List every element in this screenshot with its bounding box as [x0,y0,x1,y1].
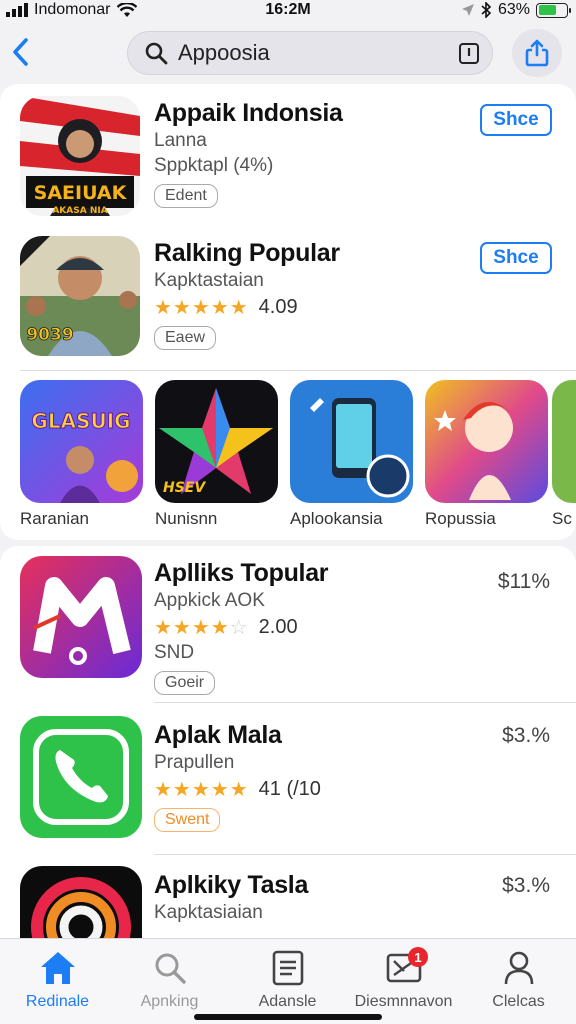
battery-percent: 63% [497,1,530,18]
tab-search[interactable]: Apnking [112,947,227,1011]
search-field[interactable]: Appoosia [127,31,493,75]
tile-artwork [425,380,548,503]
divider [154,702,576,703]
app-row[interactable]: SAEIUAK AKASA NIA Appaik Indonsia Lanna … [0,96,576,226]
app-title: Aplkiky Tasla [154,871,309,899]
share-button[interactable] [512,29,562,77]
location-arrow-icon [461,4,474,16]
battery-level [538,5,556,15]
tile-artwork-title: GLASUIG [31,409,130,433]
app-tag: Goeir [154,671,216,695]
chevron-left-icon [13,38,28,66]
icon-artwork-title: SAEIUAK [34,182,128,204]
app-tag: Eaew [154,326,217,350]
rating-value: 2.00 [258,616,298,638]
star-rating: ★★★★★ [154,779,249,801]
home-indicator[interactable] [194,1014,382,1020]
tab-bar: Redinale Apnking Adansle 1 Diesmnnavon C… [0,938,576,1024]
app-tile[interactable]: HSEV Nunisnn [155,380,279,529]
tab-label: Diesmnnavon [354,993,453,1010]
document-icon [272,950,303,986]
app-tile-icon [290,380,413,503]
tile-artwork: HSEV [155,380,278,503]
app-tile-icon: GLASUIG [20,380,143,503]
get-button[interactable]: Shce [480,242,552,274]
get-button[interactable]: Shce [480,104,552,136]
app-tile-icon [425,380,548,503]
app-tag: Swent [154,808,221,832]
app-tile[interactable]: Ropussia [425,380,549,529]
price-label[interactable]: $3.% [502,874,550,898]
app-tile-label: Aplookansia [290,509,383,528]
app-developer: Kapktasiaian [154,902,263,923]
icon-artwork-subtitle: AKASA NIA [52,206,107,216]
person-icon [504,951,533,985]
app-tile-label: Nunisnn [155,509,218,528]
tab-today[interactable]: Redinale [0,947,115,1011]
app-tile[interactable]: Aplookansia [290,380,414,529]
app-row[interactable]: 9039 Ralking Popular Kapktastaian ★★★★★ … [0,236,576,366]
app-extra: SND [154,642,195,663]
navigation-bar: Appoosia [0,26,576,82]
phone-app-artwork [20,716,142,838]
rating-value: 4.09 [258,296,298,318]
app-tiles-row: GLASUIG Raranian HSEV Nunisnn Aplookansi… [20,380,576,532]
app-tile-label: Ropussia [425,509,496,528]
app-icon-artwork: SAEIUAK AKASA NIA [20,96,140,216]
app-list-card: Aplliks Topular Appkick AOK ★★★★☆ 2.00 S… [0,546,576,966]
tab-label: Apnking [140,993,199,1010]
price-label[interactable]: $11% [498,570,550,594]
battery-icon [536,2,571,18]
tile-artwork-title: HSEV [163,480,206,496]
divider [20,370,576,371]
app-tag: Edent [154,184,218,208]
app-title: Aplak Mala [154,721,282,749]
star-rating: ★★★★☆ [154,617,249,639]
clipboard-icon[interactable] [458,41,480,65]
app-tile-label: Raranian [20,509,89,528]
app-meta: Sppktapl (4%) [154,155,274,176]
app-icon[interactable]: 9039 [20,236,140,356]
app-icon[interactable] [20,556,142,678]
notification-badge: 1 [408,947,428,967]
app-icon[interactable] [20,716,142,838]
tile-artwork: GLASUIG [20,380,143,503]
bluetooth-icon [481,2,492,18]
app-tile-label: Sc [552,509,572,528]
rating-value: 41 (/10 [258,778,321,800]
tab-label: Redinale [25,993,90,1010]
app-row[interactable]: Aplliks Topular Appkick AOK ★★★★☆ 2.00 S… [0,556,576,696]
price-label[interactable]: $3.% [502,724,550,748]
tab-updates[interactable]: 1 Diesmnnavon [346,947,461,1011]
status-bar: Indomonar 16:2M 63% [0,0,576,22]
tab-apps[interactable]: Adansle [230,947,345,1011]
tile-artwork [552,380,576,503]
tab-account[interactable]: Clelcas [461,947,576,1011]
home-icon [40,952,75,984]
app-tile[interactable]: GLASUIG Raranian [20,380,144,529]
app-icon[interactable]: SAEIUAK AKASA NIA [20,96,140,216]
back-button[interactable] [6,34,34,70]
app-row[interactable]: Aplak Mala Prapullen ★★★★★ 41 (/10 Swent… [0,716,576,846]
divider [154,854,576,855]
star-rating: ★★★★★ [154,297,249,319]
search-query[interactable]: Appoosia [178,40,458,66]
app-developer: Prapullen [154,752,235,773]
tab-label: Clelcas [492,993,545,1010]
app-icon-artwork [20,556,142,678]
icon-artwork-number: 9039 [26,325,73,345]
tab-label: Adansle [258,993,317,1010]
share-icon [525,39,549,67]
app-icon-artwork: 9039 [20,236,140,356]
search-icon [145,42,168,65]
app-developer: Appkick AOK [154,590,265,611]
tile-artwork [290,380,413,503]
featured-card: SAEIUAK AKASA NIA Appaik Indonsia Lanna … [0,84,576,540]
app-tile[interactable]: Sc [552,380,576,529]
app-tile-icon: HSEV [155,380,278,503]
app-title: Aplliks Topular [154,559,329,587]
search-icon [155,953,186,984]
app-tile-icon [552,380,576,503]
